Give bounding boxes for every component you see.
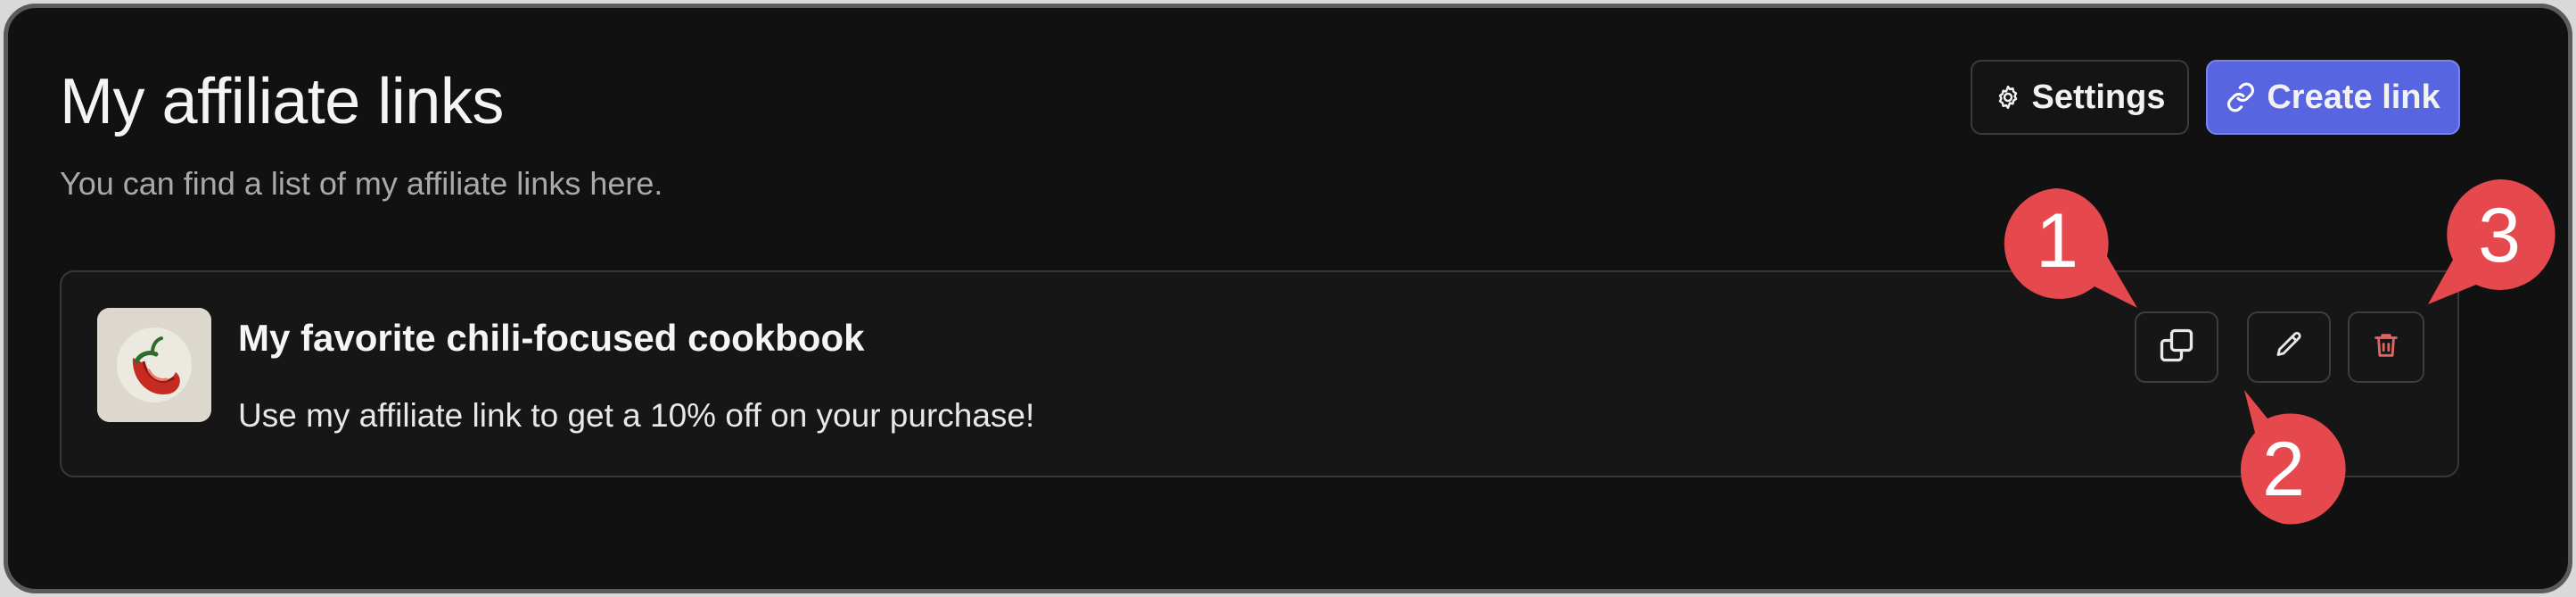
copy-icon xyxy=(2157,326,2196,369)
pencil-icon xyxy=(2273,329,2305,366)
trash-icon xyxy=(2371,330,2401,365)
callout-3: 3 xyxy=(2428,178,2555,304)
link-icon xyxy=(2226,82,2256,112)
callout-1-label: 1 xyxy=(2036,198,2078,284)
callout-2-label: 2 xyxy=(2262,427,2305,512)
create-link-button-label: Create link xyxy=(2267,78,2440,116)
settings-button-label: Settings xyxy=(2031,78,2166,116)
settings-button[interactable]: Settings xyxy=(1971,60,2189,135)
link-description: Use my affiliate link to get a 10% off o… xyxy=(238,397,1035,434)
edit-link-button[interactable] xyxy=(2247,311,2331,383)
delete-link-button[interactable] xyxy=(2348,311,2424,383)
chili-pepper-icon xyxy=(97,308,211,422)
page-subtitle: You can find a list of my affiliate link… xyxy=(60,165,663,202)
callout-1: 1 xyxy=(2004,188,2137,308)
copy-link-button[interactable] xyxy=(2135,311,2218,383)
callout-2: 2 xyxy=(2240,390,2346,525)
gear-icon xyxy=(1995,84,2021,111)
link-title: My favorite chili-focused cookbook xyxy=(238,317,865,359)
app-window: My affiliate links You can find a list o… xyxy=(4,4,2572,593)
page-title: My affiliate links xyxy=(60,66,504,137)
create-link-button[interactable]: Create link xyxy=(2206,60,2460,135)
callout-3-label: 3 xyxy=(2478,193,2521,278)
